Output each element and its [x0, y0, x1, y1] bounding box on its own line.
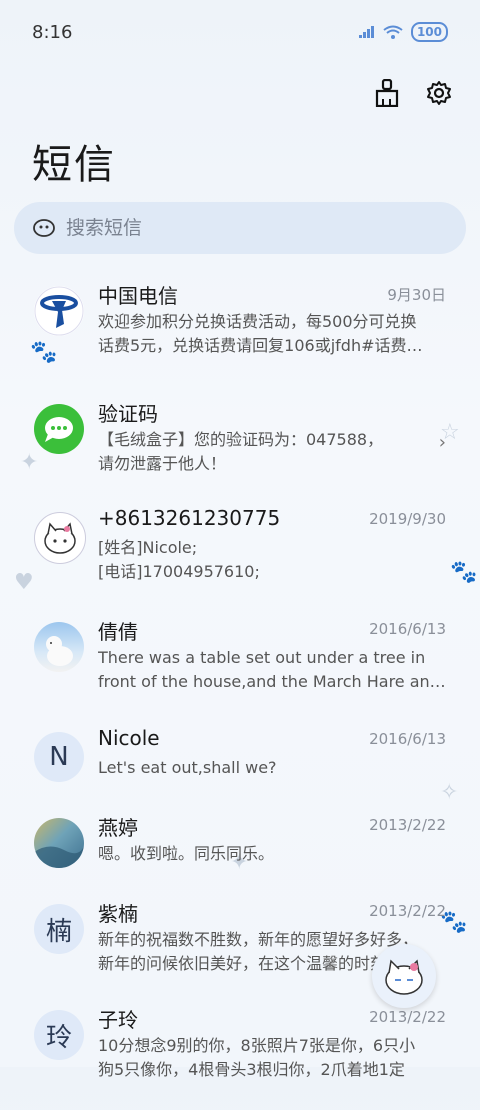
page-title: 短信 — [32, 142, 116, 188]
contact-name: Nicole — [98, 726, 160, 750]
preview-line: [电话]17004957610; — [98, 562, 260, 581]
polar-bear-photo-icon — [46, 636, 73, 666]
message-preview: There was a table set out under a tree i… — [98, 646, 448, 694]
signal-icon — [358, 26, 374, 38]
message-preview: 嗯。收到啦。同乐同乐。 — [98, 842, 448, 866]
status-time: 8:16 — [32, 22, 73, 43]
message-bubble-icon — [45, 417, 73, 442]
avatar — [34, 286, 84, 336]
contact-name: 倩倩 — [98, 620, 138, 644]
preview-line: 狗5只像你，4根骨头3根归你，2爪着地1定 — [98, 1060, 405, 1079]
contact-name: 中国电信 — [98, 284, 178, 308]
preview-line: 嗯。收到啦。同乐同乐。 — [98, 844, 275, 863]
contact-name: 子玲 — [98, 1008, 138, 1032]
contact-name: 紫楠 — [98, 902, 138, 926]
conversation-item[interactable]: 玲 子玲 2013/2/22 10分想念9别的你，8张照片7张是你，6只小 狗5… — [0, 1000, 480, 1110]
message-preview: 欢迎参加积分兑换话费活动，每500分可兑换 话费5元，兑换话费请回复106或jf… — [98, 310, 448, 358]
message-date: 2019/9/30 — [369, 510, 446, 528]
search-input[interactable] — [64, 216, 428, 240]
clean-brush-button[interactable] — [372, 78, 402, 108]
avatar: N — [34, 732, 84, 782]
message-date: 2013/2/22 — [369, 816, 446, 834]
compose-button[interactable] — [372, 944, 436, 1008]
preview-line: 欢迎参加积分兑换话费活动，每500分可兑换 — [98, 312, 417, 331]
status-bar: 8:16 100 — [0, 0, 480, 64]
message-preview: Let's eat out,shall we? — [98, 756, 448, 780]
search-icon — [33, 219, 55, 237]
search-bar[interactable] — [14, 202, 466, 254]
message-preview: 10分想念9别的你，8张照片7张是你，6只小 狗5只像你，4根骨头3根归你，2爪… — [98, 1034, 448, 1082]
message-preview: [姓名]Nicole; [电话]17004957610; — [98, 536, 448, 584]
settings-button[interactable] — [424, 78, 454, 108]
avatar: 玲 — [34, 1010, 84, 1060]
contact-name: 验证码 — [98, 402, 158, 426]
conversation-item[interactable]: 中国电信 9月30日 欢迎参加积分兑换话费活动，每500分可兑换 话费5元，兑换… — [0, 276, 480, 386]
message-date: 2016/6/13 — [369, 730, 446, 748]
preview-line: Let's eat out,shall we? — [98, 758, 277, 777]
message-date: 9月30日 — [387, 286, 446, 304]
avatar: 楠 — [34, 904, 84, 954]
toolbar — [372, 78, 454, 108]
preview-line: 话费5元，兑换话费请回复106或jfdh#话费… — [98, 336, 423, 355]
preview-line: [姓名]Nicole; — [98, 538, 198, 557]
contact-name: 燕婷 — [98, 816, 138, 840]
preview-line: 10分想念9别的你，8张照片7张是你，6只小 — [98, 1036, 416, 1055]
status-icons: 100 — [358, 22, 448, 42]
landscape-photo-icon — [34, 846, 84, 868]
contact-name: +8613261230775 — [98, 506, 281, 530]
avatar — [34, 622, 84, 672]
wifi-icon — [383, 25, 403, 39]
message-date: 2013/2/22 — [369, 902, 446, 920]
preview-line: front of the house,and the March Hare an… — [98, 672, 446, 691]
preview-line: 请勿泄露于他人！ — [98, 454, 227, 473]
avatar — [34, 404, 84, 454]
message-preview: 【毛绒盒子】您的验证码为：047588， 请勿泄露于他人！ — [98, 428, 448, 476]
conversation-item[interactable]: 验证码 › 【毛绒盒子】您的验证码为：047588， 请勿泄露于他人！ — [0, 394, 480, 504]
cat-sticker-icon — [44, 522, 76, 554]
message-date: 2013/2/22 — [369, 1008, 446, 1026]
avatar — [34, 818, 84, 868]
preview-line: 【毛绒盒子】您的验证码为：047588， — [98, 430, 384, 449]
brush-icon — [375, 79, 399, 107]
cat-compose-icon — [385, 959, 423, 995]
message-date: 2016/6/13 — [369, 620, 446, 638]
conversation-item[interactable]: +8613261230775 2019/9/30 [姓名]Nicole; [电话… — [0, 502, 480, 612]
conversation-item[interactable]: 倩倩 2016/6/13 There was a table set out u… — [0, 612, 480, 722]
preview-line: There was a table set out under a tree i… — [98, 648, 426, 667]
china-telecom-logo-icon — [34, 286, 84, 336]
avatar — [34, 512, 86, 564]
battery-indicator: 100 — [410, 22, 448, 42]
gear-icon — [427, 81, 451, 105]
